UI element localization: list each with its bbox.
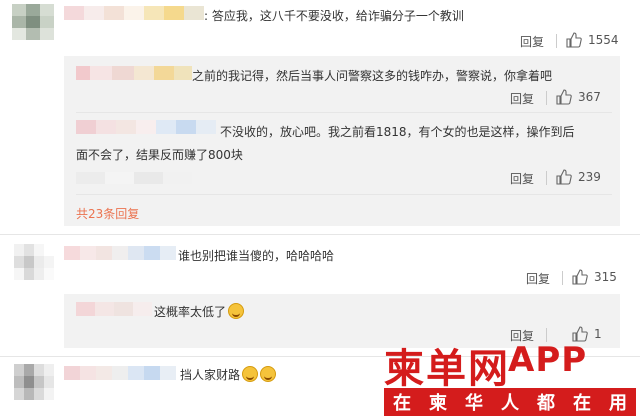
reply-username-blurred[interactable] (76, 120, 216, 134)
like-button[interactable]: 315 (572, 269, 617, 285)
reply-button[interactable]: 回复 (510, 90, 534, 107)
comment-divider (0, 234, 640, 235)
like-button[interactable]: 1554 (566, 32, 619, 48)
watermark-slogan-char: 都 (537, 393, 555, 414)
avatar[interactable] (14, 364, 54, 400)
avatar[interactable] (14, 244, 54, 280)
laugh-cry-emoji-icon (260, 366, 277, 382)
watermark-slogan-char: 华 (465, 393, 483, 414)
reply-text-cont: 面不会了，结果反而赚了800块 (76, 148, 243, 162)
reply-text: 不没收的，放心吧。我之前看1818，有个女的也是这样，操作到后 (220, 125, 575, 139)
comment-text: 谁也别把谁当傻的，哈哈哈哈 (178, 249, 335, 263)
comment-text-content: 挡人家财路 (180, 368, 241, 382)
thumbs-up-icon (556, 169, 572, 185)
avatar[interactable] (12, 4, 54, 40)
username-blurred[interactable] (64, 6, 204, 20)
reply-username-blurred[interactable] (76, 66, 192, 80)
watermark-slogan-char: 在 (573, 393, 591, 414)
username-blurred[interactable] (64, 366, 176, 380)
reply-button[interactable]: 回复 (526, 270, 550, 287)
watermark-slogan: 在 柬 华 人 都 在 用 (384, 388, 636, 416)
like-count: 239 (578, 170, 601, 184)
reply-text: 这概率太低了 (154, 303, 245, 320)
reply-username-blurred (76, 172, 192, 184)
watermark-brand-en: APP (508, 340, 588, 380)
like-button[interactable]: 367 (556, 89, 601, 105)
reply-text-content: 这概率太低了 (154, 305, 227, 319)
reply-button[interactable]: 回复 (510, 170, 534, 187)
comment-text: 挡人家财路 (180, 366, 277, 383)
divider (556, 34, 557, 48)
more-replies-link[interactable]: 共23条回复 (76, 205, 139, 222)
laugh-cry-emoji-icon (242, 366, 259, 382)
watermark-slogan-char: 在 (393, 393, 411, 414)
reply-text: 之前的我记得，然后当事人问警察这多的钱咋办，警察说，你拿着吧 (192, 69, 553, 83)
reply-username-blurred[interactable] (76, 302, 152, 316)
watermark-slogan-char: 用 (609, 393, 627, 414)
like-button[interactable]: 239 (556, 169, 601, 185)
divider (76, 194, 612, 195)
thumbs-up-icon (572, 269, 588, 285)
comment-text: : 答应我，这八千不要没收，给诈骗分子一个教训 (204, 9, 464, 23)
watermark-slogan-char: 人 (501, 393, 519, 414)
thumbs-up-icon (566, 32, 582, 48)
smirk-emoji-icon (228, 303, 245, 319)
divider (76, 112, 612, 113)
like-count: 1554 (588, 33, 619, 47)
watermark-slogan-char: 柬 (429, 393, 447, 414)
divider (546, 171, 547, 185)
divider (546, 91, 547, 105)
like-count: 315 (594, 270, 617, 284)
username-blurred[interactable] (64, 246, 176, 260)
like-count: 367 (578, 90, 601, 104)
reply-button[interactable]: 回复 (520, 33, 544, 50)
divider (562, 271, 563, 285)
watermark-brand: 柬单网 (384, 346, 510, 392)
like-count: 1 (594, 327, 602, 341)
thumbs-up-icon (556, 89, 572, 105)
